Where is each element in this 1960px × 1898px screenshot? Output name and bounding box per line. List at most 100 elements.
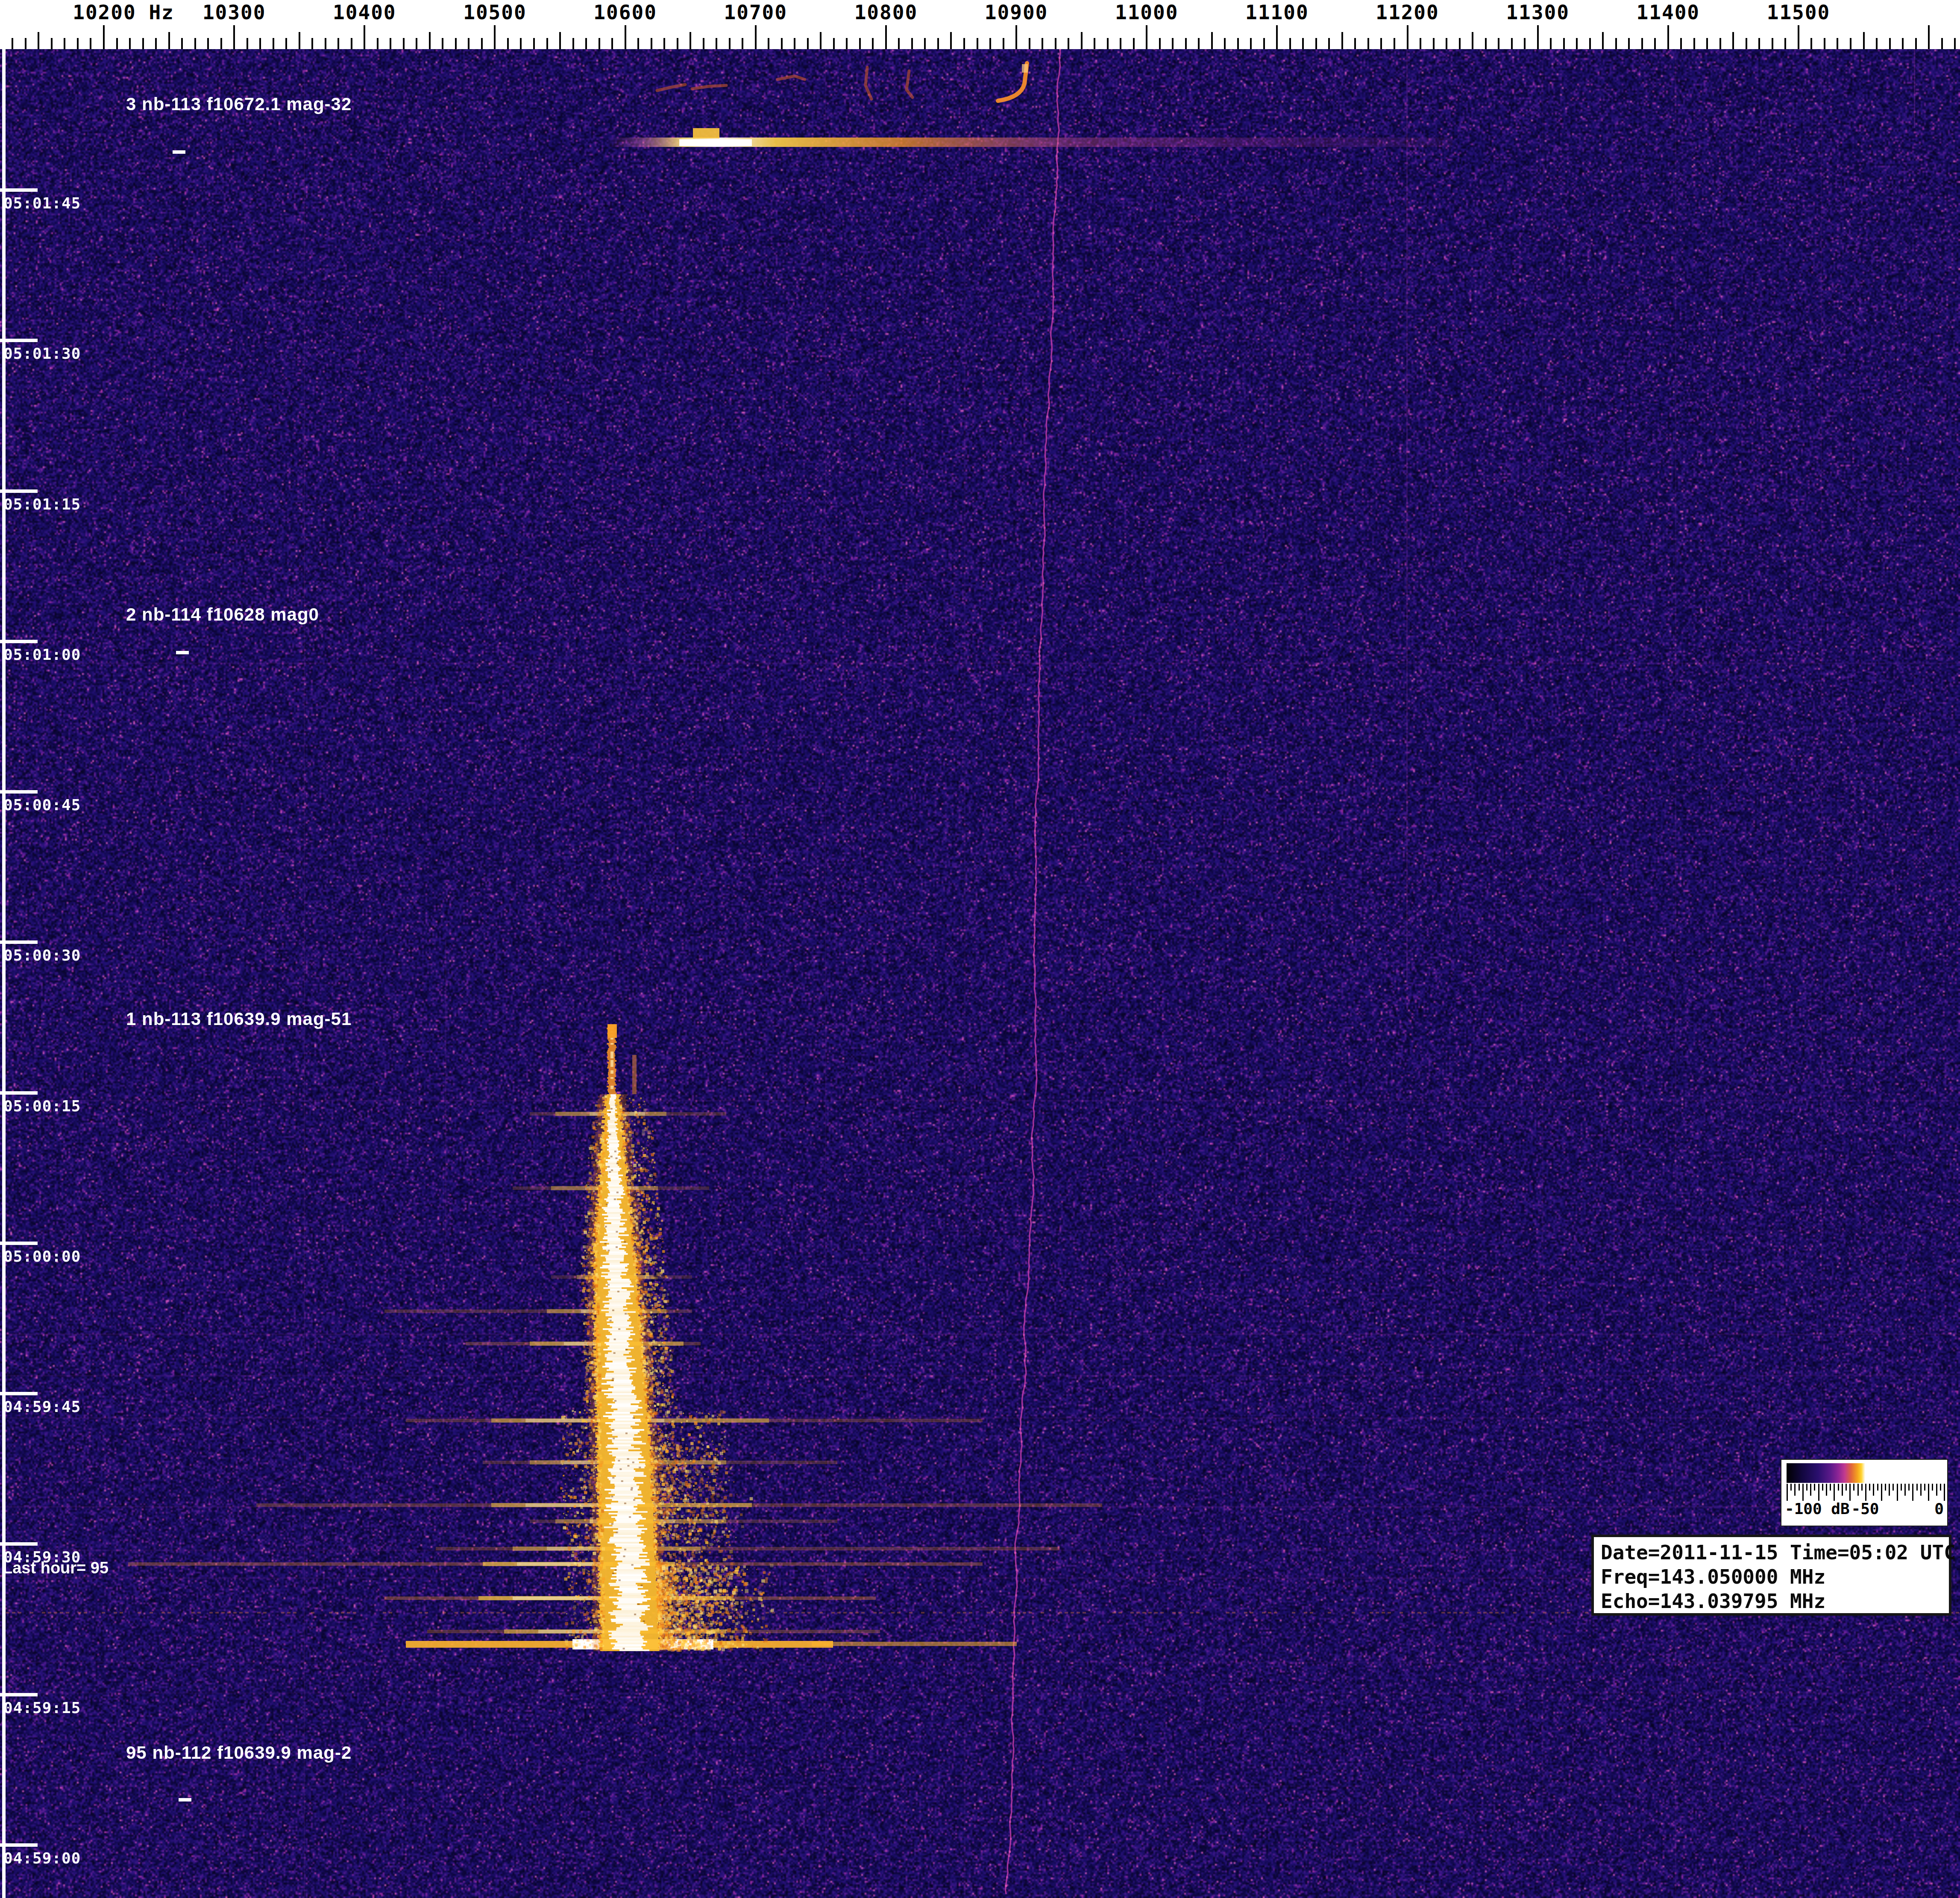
frequency-tick bbox=[325, 38, 326, 49]
frequency-tick bbox=[611, 38, 613, 49]
colorbar-tick bbox=[1838, 1484, 1839, 1491]
frequency-tick bbox=[1133, 38, 1135, 49]
frequency-tick bbox=[1850, 38, 1851, 49]
frequency-tick bbox=[481, 38, 483, 49]
frequency-tick bbox=[1902, 38, 1904, 49]
frequency-tick bbox=[1837, 38, 1838, 49]
frequency-tick bbox=[781, 38, 783, 49]
frequency-tick bbox=[520, 38, 522, 49]
frequency-tick bbox=[1081, 32, 1083, 49]
colorbar-label-mid: -50 bbox=[1851, 1500, 1879, 1517]
frequency-tick bbox=[599, 38, 600, 49]
frequency-tick bbox=[1563, 38, 1565, 49]
colorbar-tick bbox=[1849, 1484, 1851, 1501]
frequency-tick bbox=[1276, 25, 1278, 49]
frequency-tick bbox=[233, 25, 235, 49]
colorbar-tick bbox=[1794, 1484, 1796, 1496]
colorbar-tick bbox=[1904, 1484, 1906, 1496]
frequency-tick bbox=[1042, 38, 1043, 49]
colorbar-tick bbox=[1889, 1484, 1890, 1496]
frequency-tick bbox=[194, 38, 196, 49]
frequency-tick bbox=[546, 38, 548, 49]
frequency-tick bbox=[1732, 32, 1734, 49]
info-echo: Echo=143.039795 MHz bbox=[1601, 1589, 1949, 1614]
frequency-tick bbox=[1433, 38, 1435, 49]
frequency-tick bbox=[259, 38, 261, 49]
colorbar-label-min: -100 dB bbox=[1785, 1500, 1850, 1517]
frequency-tick bbox=[768, 38, 769, 49]
frequency-tick bbox=[1941, 38, 1943, 49]
frequency-tick bbox=[677, 38, 678, 49]
frequency-tick bbox=[755, 25, 757, 49]
frequency-ruler: 10200 Hz10300104001050010600107001080010… bbox=[0, 0, 1960, 49]
colorbar-tick bbox=[1822, 1484, 1823, 1491]
frequency-tick bbox=[1367, 38, 1369, 49]
frequency-tick bbox=[1029, 38, 1030, 49]
colorbar-tick bbox=[1806, 1484, 1807, 1491]
frequency-tick bbox=[833, 38, 835, 49]
colorbar-tick bbox=[1810, 1484, 1811, 1496]
colorbar-tick bbox=[1799, 1484, 1800, 1491]
frequency-tick bbox=[1524, 38, 1526, 49]
frequency-tick bbox=[1628, 38, 1630, 49]
frequency-tick bbox=[1589, 38, 1591, 49]
frequency-tick bbox=[1746, 38, 1747, 49]
frequency-tick bbox=[950, 32, 952, 49]
frequency-tick bbox=[1315, 38, 1317, 49]
frequency-tick bbox=[663, 38, 665, 49]
frequency-tick bbox=[1302, 38, 1304, 49]
frequency-tick bbox=[1550, 38, 1552, 49]
frequency-tick-label: 10200 Hz bbox=[73, 1, 174, 24]
frequency-tick bbox=[1511, 38, 1513, 49]
colorbar-gradient bbox=[1787, 1463, 1944, 1483]
colorbar-label-max: 0 bbox=[1934, 1500, 1944, 1517]
frequency-tick bbox=[1667, 25, 1669, 49]
frequency-tick bbox=[625, 25, 626, 49]
colorbar-tick bbox=[1944, 1484, 1945, 1501]
info-date-time: Date=2011-11-15 Time=05:02 UTC bbox=[1601, 1541, 1949, 1565]
frequency-tick bbox=[12, 38, 13, 49]
frequency-tick bbox=[1863, 32, 1865, 49]
frequency-tick bbox=[116, 38, 118, 49]
colorbar-tick bbox=[1877, 1484, 1878, 1491]
frequency-tick bbox=[820, 32, 822, 49]
spectrogram-app: 10200 Hz10300104001050010600107001080010… bbox=[0, 0, 1960, 1898]
colorbar-tick bbox=[1787, 1484, 1788, 1501]
frequency-tick-label: 10800 bbox=[854, 1, 918, 24]
frequency-tick bbox=[1120, 38, 1121, 49]
detection-annotation: 95 nb-112 f10639.9 mag-2 bbox=[126, 1743, 352, 1763]
frequency-tick bbox=[1602, 32, 1604, 49]
frequency-tick bbox=[1798, 25, 1799, 49]
frequency-tick-label: 11400 bbox=[1637, 1, 1700, 24]
frequency-tick bbox=[416, 38, 417, 49]
frequency-tick bbox=[559, 32, 561, 49]
colorbar-tick bbox=[1881, 1484, 1882, 1501]
frequency-tick bbox=[729, 38, 731, 49]
frequency-tick bbox=[794, 38, 795, 49]
colorbar-tick bbox=[1916, 1484, 1918, 1491]
frequency-tick-label: 10700 bbox=[724, 1, 787, 24]
frequency-tick bbox=[311, 38, 313, 49]
frequency-tick bbox=[51, 38, 53, 49]
frequency-tick bbox=[1185, 38, 1187, 49]
frequency-tick bbox=[1172, 38, 1174, 49]
frequency-tick bbox=[533, 38, 535, 49]
frequency-tick-label: 11500 bbox=[1767, 1, 1830, 24]
colorbar-tick bbox=[1932, 1484, 1933, 1491]
colorbar-legend: -100 dB -50 0 bbox=[1781, 1459, 1948, 1526]
frequency-tick bbox=[1237, 38, 1239, 49]
colorbar-tick bbox=[1826, 1484, 1827, 1496]
frequency-tick bbox=[351, 38, 352, 49]
colorbar-tick bbox=[1857, 1484, 1859, 1496]
frequency-tick-label: 11200 bbox=[1376, 1, 1439, 24]
frequency-tick bbox=[1055, 38, 1056, 49]
colorbar-tick bbox=[1920, 1484, 1922, 1496]
frequency-tick bbox=[220, 38, 222, 49]
frequency-tick bbox=[690, 32, 691, 49]
frequency-tick bbox=[1485, 38, 1487, 49]
frequency-tick bbox=[1289, 38, 1291, 49]
frequency-tick bbox=[1498, 38, 1499, 49]
frequency-tick-label: 10400 bbox=[333, 1, 396, 24]
frequency-tick bbox=[1772, 38, 1773, 49]
frequency-tick-label: 10600 bbox=[593, 1, 657, 24]
